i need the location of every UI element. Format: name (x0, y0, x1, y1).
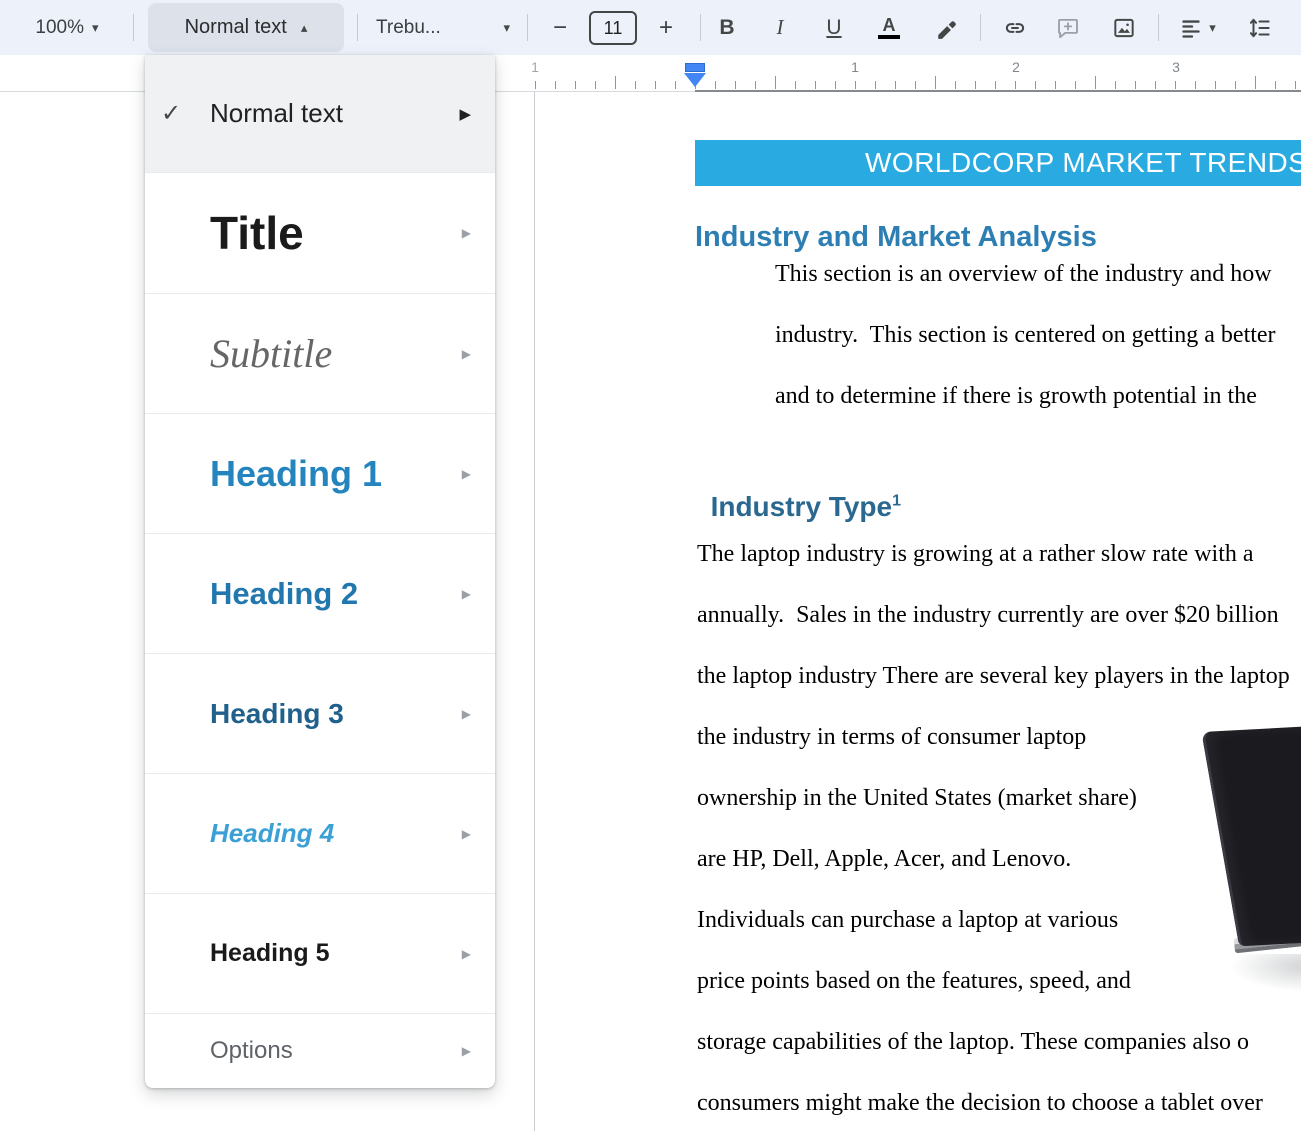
separator (980, 14, 981, 41)
underline-button[interactable]: U (816, 0, 852, 55)
text-color-button[interactable]: A (871, 0, 907, 55)
menu-item-heading-1[interactable]: Heading 1 ▶ (145, 413, 495, 533)
text-line: industry. This section is centered on ge… (775, 305, 1276, 366)
page-left-edge (534, 80, 535, 1131)
add-comment-button[interactable] (1048, 0, 1088, 55)
submenu-arrow-icon: ▶ (459, 105, 471, 123)
align-left-icon (1178, 15, 1204, 41)
checkmark-icon: ✓ (161, 99, 201, 128)
chevron-down-icon: ▾ (92, 20, 99, 36)
menu-item-normal-text[interactable]: ✓ Normal text ▶ (145, 55, 495, 172)
menu-item-heading-3[interactable]: Heading 3 ▶ (145, 653, 495, 773)
paragraph-style-value: Normal text (185, 16, 287, 39)
separator (700, 14, 701, 41)
submenu-arrow-icon: ▶ (462, 587, 471, 601)
submenu-arrow-icon: ▶ (462, 707, 471, 721)
text-line: consumers might make the decision to cho… (697, 1073, 1290, 1131)
align-control[interactable]: ▾ (1168, 0, 1226, 55)
paragraph-style-control[interactable]: Normal text ▴ (148, 3, 344, 52)
chevron-down-icon: ▾ (1209, 20, 1216, 36)
toolbar: 100% ▾ Normal text ▴ Trebu... ▾ − 11 + B… (0, 0, 1301, 55)
ruler-number: 1 (525, 59, 545, 75)
left-indent-marker[interactable] (684, 73, 706, 87)
submenu-arrow-icon: ▶ (462, 467, 471, 481)
laptop-screen (1201, 726, 1301, 947)
ruler-half-ticks (615, 76, 1301, 89)
menu-item-subtitle[interactable]: Subtitle ▶ (145, 293, 495, 413)
italic-button[interactable]: I (762, 0, 798, 55)
ruler-number: 1 (845, 59, 865, 75)
zoom-value: 100% (35, 17, 84, 39)
insert-image-icon (1111, 15, 1137, 41)
separator (357, 14, 358, 41)
document-title-text: WORLDCORP MARKET TRENDS (865, 147, 1301, 179)
document-title-banner[interactable]: WORLDCORP MARKET TRENDS (695, 140, 1301, 186)
minus-icon: − (553, 14, 567, 42)
separator (527, 14, 528, 41)
insert-image-button[interactable] (1104, 0, 1144, 55)
subheading-industry-type: Industry Type1 (695, 459, 901, 523)
chevron-up-icon: ▴ (301, 20, 308, 36)
font-family-value: Trebu... (376, 17, 441, 39)
line-spacing-icon (1247, 15, 1273, 41)
text-color-swatch (878, 35, 900, 39)
increase-font-size-button[interactable]: + (648, 0, 684, 55)
first-line-indent-marker[interactable] (685, 63, 705, 72)
ruler-number: 3 (1166, 59, 1186, 75)
submenu-arrow-icon: ▶ (462, 947, 471, 961)
text-line: The laptop industry is growing at a rath… (697, 524, 1290, 585)
submenu-arrow-icon: ▶ (462, 1044, 471, 1058)
separator (1158, 14, 1159, 41)
add-comment-icon (1055, 15, 1081, 41)
text-color-icon: A (883, 17, 896, 33)
insert-link-icon (1002, 15, 1028, 41)
menu-item-heading-5[interactable]: Heading 5 ▶ (145, 893, 495, 1013)
font-family-control[interactable]: Trebu... ▾ (368, 0, 518, 55)
paragraph-styles-menu: ✓ Normal text ▶ Title ▶ Subtitle ▶ Headi… (145, 55, 495, 1088)
intro-paragraph: This section is an overview of the indus… (775, 244, 1276, 427)
footnote-superscript: 1 (892, 493, 901, 510)
highlight-color-button[interactable] (928, 0, 968, 55)
menu-item-title[interactable]: Title ▶ (145, 172, 495, 293)
submenu-arrow-icon: ▶ (462, 226, 471, 240)
bold-button[interactable]: B (709, 0, 745, 55)
ruler-number: 2 (1006, 59, 1026, 75)
italic-icon: I (777, 15, 784, 40)
menu-item-options[interactable]: Options ▶ (145, 1013, 495, 1088)
indent-marker[interactable] (684, 63, 706, 89)
laptop-shadow (1224, 954, 1301, 994)
ruler-text-area-edge (695, 90, 1301, 92)
submenu-arrow-icon: ▶ (462, 827, 471, 841)
decrease-font-size-button[interactable]: − (542, 0, 578, 55)
font-size-input[interactable]: 11 (589, 11, 637, 45)
menu-item-heading-2[interactable]: Heading 2 ▶ (145, 533, 495, 653)
bold-icon: B (719, 16, 734, 40)
submenu-arrow-icon: ▶ (462, 347, 471, 361)
text-line: and to determine if there is growth pote… (775, 366, 1276, 427)
text-line: storage capabilities of the laptop. Thes… (697, 1012, 1290, 1073)
insert-link-button[interactable] (995, 0, 1035, 55)
chevron-down-icon: ▾ (503, 20, 510, 36)
highlighter-icon (935, 15, 961, 41)
text-line: This section is an overview of the indus… (775, 244, 1276, 305)
separator (133, 14, 134, 41)
menu-item-heading-4[interactable]: Heading 4 ▶ (145, 773, 495, 893)
plus-icon: + (659, 14, 673, 42)
zoom-control[interactable]: 100% ▾ (12, 0, 122, 55)
underline-icon: U (826, 16, 841, 40)
laptop-image[interactable] (1200, 718, 1301, 1018)
font-size-value: 11 (604, 18, 623, 39)
text-line: the laptop industry There are several ke… (697, 646, 1290, 707)
subheading-text: Industry Type (711, 491, 893, 522)
line-spacing-button[interactable] (1238, 0, 1282, 55)
text-line: annually. Sales in the industry currentl… (697, 585, 1290, 646)
